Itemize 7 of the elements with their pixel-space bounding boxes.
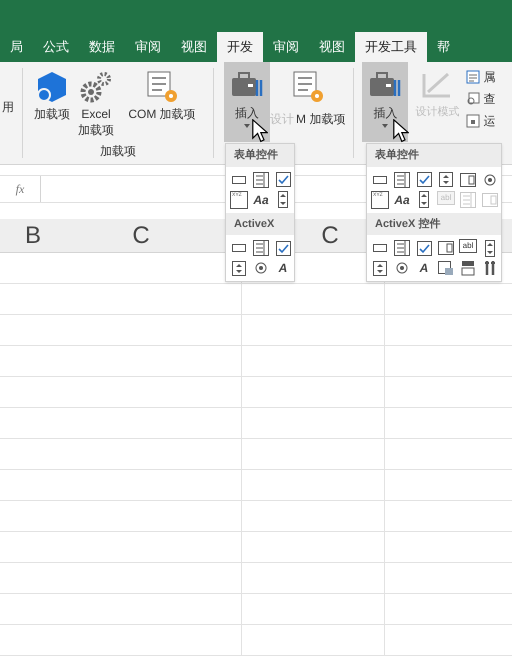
section-header: ActiveX 控件 <box>367 212 501 235</box>
section-header: 表单控件 <box>226 144 294 166</box>
ribbon-label: 用 <box>1 99 15 116</box>
function-label: fx <box>14 181 26 198</box>
section-header: ActiveX <box>226 212 294 235</box>
group-label: 加载项 <box>100 143 136 160</box>
section-header: 表单控件 <box>367 144 501 166</box>
